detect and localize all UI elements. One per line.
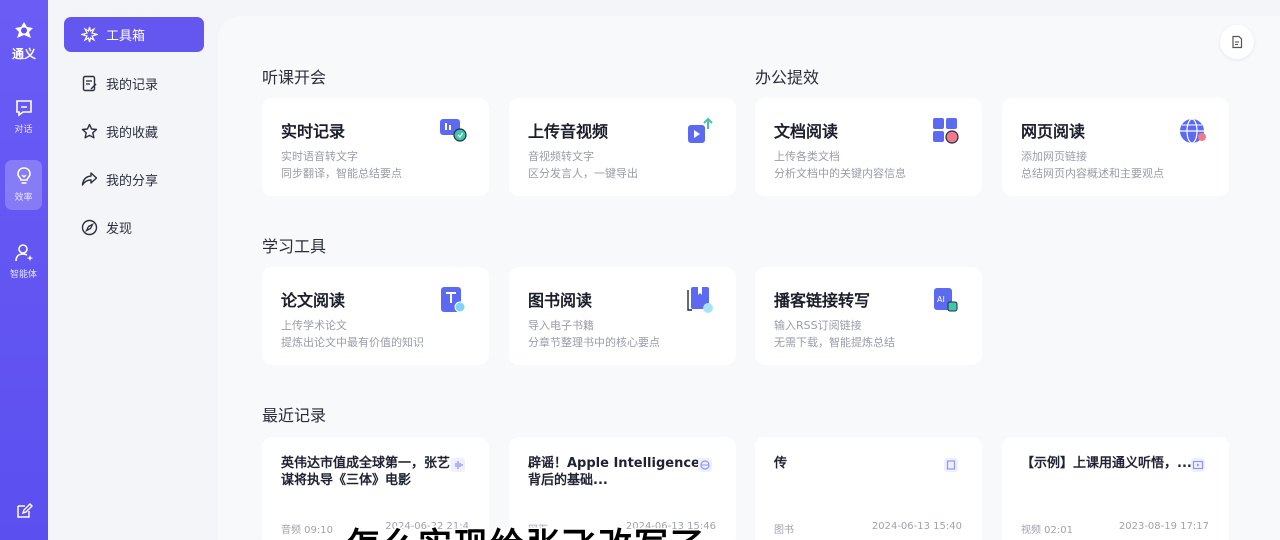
- recent-record-title: 传: [774, 456, 788, 471]
- tool-card-book-read[interactable]: 图书阅读 导入电子书籍 分章节整理书中的核心要点: [509, 267, 736, 365]
- nav-item-label: 工具箱: [106, 29, 146, 44]
- tool-card-web-read[interactable]: 网页阅读 添加网页链接 总结网页内容概述和主要观点: [1002, 98, 1229, 196]
- nav-item-label: 我的收藏: [106, 126, 159, 141]
- rail-item-label: 智能体: [9, 270, 37, 280]
- recent-record-meta: 音频 09:10: [281, 525, 333, 536]
- recent-record-title: 辟谣！Apple Intelligence背后的基础...: [528, 456, 700, 488]
- svg-text:AI: AI: [937, 295, 945, 304]
- recent-record-date: 2023-08-19 17:17: [1118, 521, 1209, 532]
- note-icon: [1232, 35, 1243, 49]
- rail-item-label: 效率: [14, 193, 33, 203]
- sub-navigation: 工具箱 我的记录 我的收藏 我的分享 发现: [48, 0, 218, 540]
- nav-item-discover[interactable]: 发现: [64, 210, 204, 245]
- tool-card-desc: 总结网页内容概述和主要观点: [1021, 167, 1164, 180]
- chat-icon: [15, 100, 32, 117]
- upload-media-icon: [688, 117, 713, 143]
- tool-card-title: 上传音视频: [528, 122, 609, 141]
- rail-item-efficiency[interactable]: 效率: [5, 160, 42, 210]
- compass-icon: [81, 219, 98, 236]
- section-title-study: 学习工具: [262, 237, 327, 256]
- tool-card-desc: 实时语音转文字: [281, 150, 358, 163]
- rail-item-label: 对话: [14, 125, 33, 135]
- rail-item-chat[interactable]: 对话: [5, 92, 42, 142]
- nav-item-label: 发现: [106, 222, 133, 237]
- recent-record-title: 英伟达市值成全球第一，张艺谋将执导《三体》电影: [281, 456, 451, 488]
- tool-card-podcast[interactable]: 播客链接转写 输入RSS订阅链接 无需下载，智能提炼总结 AI: [755, 267, 982, 365]
- recent-record-card[interactable]: 传 图书 2024-06-13 15:40: [755, 437, 982, 540]
- nav-item-my-records[interactable]: 我的记录: [64, 66, 204, 101]
- notes-button[interactable]: [1220, 25, 1254, 59]
- tool-card-document-read[interactable]: 文档阅读 上传各类文档 分析文档中的关键内容信息: [755, 98, 982, 196]
- web-read-icon: [1180, 118, 1206, 144]
- edit-icon[interactable]: [14, 501, 34, 521]
- star-icon: [81, 123, 98, 139]
- tool-card-desc: 上传各类文档: [774, 150, 840, 163]
- tool-card-title: 图书阅读: [528, 291, 593, 310]
- tool-card-upload-media[interactable]: 上传音视频 音视频转文字 区分发言人，一键导出: [509, 98, 736, 196]
- section-title-office: 办公提效: [755, 68, 820, 87]
- rail-item-agent[interactable]: 智能体: [5, 237, 42, 287]
- document-read-icon: [933, 118, 959, 144]
- tool-card-desc: 无需下载，智能提炼总结: [774, 336, 895, 349]
- tool-card-desc: 上传学术论文: [281, 319, 347, 332]
- tool-card-desc: 分析文档中的关键内容信息: [774, 167, 906, 180]
- tool-card-paper-read[interactable]: 论文阅读 上传学术论文 提炼出论文中最有价值的知识: [262, 267, 489, 365]
- tool-card-desc: 音视频转文字: [528, 150, 594, 163]
- tool-card-desc: 提炼出论文中最有价值的知识: [281, 336, 424, 349]
- video-subtitle: 怎么实现给张飞改写了: [345, 518, 706, 540]
- share-icon: [81, 172, 98, 186]
- nav-item-toolbox[interactable]: 工具箱: [64, 17, 204, 52]
- tool-card-title: 文档阅读: [774, 122, 839, 141]
- recent-record-meta: 视频 02:01: [1021, 525, 1073, 536]
- tongyi-logo-icon: [15, 22, 33, 38]
- main-panel: 听课开会 办公提效 实时记录 实时语音转文字 同步翻译，智能总结要点 上传音视频…: [218, 16, 1280, 540]
- agent-icon: [14, 244, 33, 262]
- tool-card-realtime-record[interactable]: 实时记录 实时语音转文字 同步翻译，智能总结要点: [262, 98, 489, 196]
- nav-item-my-favorites[interactable]: 我的收藏: [64, 114, 204, 149]
- tool-card-desc: 导入电子书籍: [528, 319, 594, 332]
- globe-icon: [698, 458, 712, 472]
- toolbox-icon: [81, 26, 98, 43]
- tool-card-title: 播客链接转写: [774, 291, 871, 310]
- paper-read-icon: [441, 287, 466, 313]
- tool-card-title: 网页阅读: [1021, 122, 1086, 141]
- record-icon: [82, 75, 97, 92]
- section-title-recent: 最近记录: [262, 406, 327, 425]
- image-icon: [944, 458, 958, 472]
- tool-card-desc: 添加网页链接: [1021, 150, 1087, 163]
- tool-card-desc: 输入RSS订阅链接: [774, 319, 862, 332]
- left-rail: 通义 对话 效率 智能体: [0, 0, 48, 540]
- video-icon: [1191, 458, 1205, 472]
- realtime-record-icon: [440, 119, 467, 142]
- audio-wave-icon: [451, 458, 465, 472]
- section-title-listen: 听课开会: [262, 68, 327, 87]
- tool-card-desc: 分章节整理书中的核心要点: [528, 336, 660, 349]
- tool-card-desc: 区分发言人，一键导出: [528, 167, 638, 180]
- app-name: 通义: [11, 47, 36, 61]
- nav-item-label: 我的分享: [106, 174, 159, 189]
- recent-record-title: 【示例】上课用通义听悟，...: [1021, 456, 1192, 471]
- tool-card-title: 论文阅读: [281, 291, 346, 310]
- book-read-icon: [687, 287, 713, 313]
- lightbulb-icon: [16, 167, 31, 184]
- tool-card-desc: 同步翻译，智能总结要点: [281, 167, 402, 180]
- recent-record-date: 2024-06-13 15:40: [871, 521, 962, 532]
- nav-item-label: 我的记录: [106, 78, 159, 93]
- podcast-icon: AI: [934, 288, 958, 312]
- tool-card-title: 实时记录: [281, 122, 346, 141]
- app-logo[interactable]: 通义: [0, 20, 48, 61]
- recent-record-meta: 图书: [774, 525, 794, 536]
- nav-item-my-shares[interactable]: 我的分享: [64, 162, 204, 197]
- recent-record-card[interactable]: 【示例】上课用通义听悟，... 视频 02:01 2023-08-19 17:1…: [1002, 437, 1229, 540]
